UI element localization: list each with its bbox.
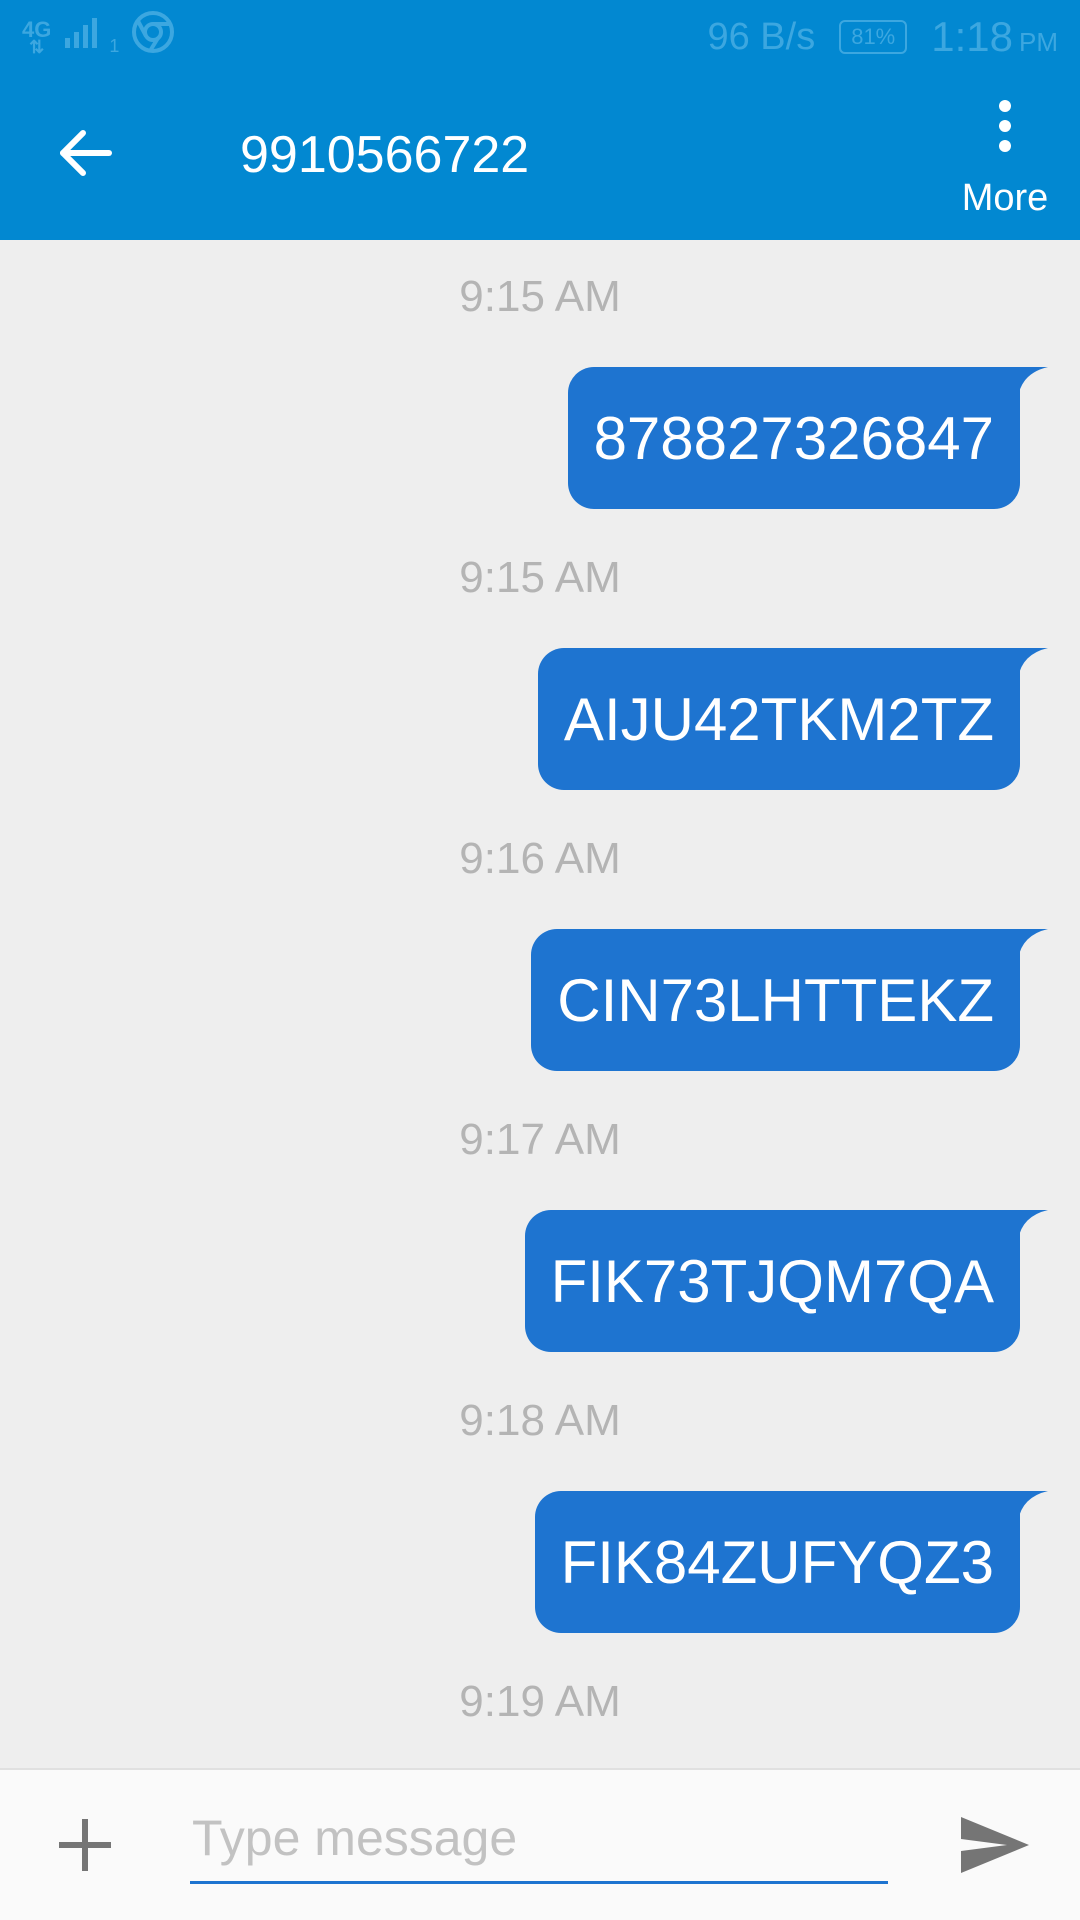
conversation-title: 9910566722 — [240, 126, 530, 184]
timestamp: 9:16 AM — [459, 834, 621, 883]
data-arrows-icon: ⇅ — [29, 37, 45, 57]
back-button[interactable] — [40, 115, 130, 195]
bubble-tail-icon — [1018, 367, 1048, 397]
clock: 1:18 PM — [931, 13, 1058, 61]
more-vert-icon — [997, 100, 1013, 157]
message-text: AIJU42TKM2TZ — [563, 685, 994, 753]
more-label: More — [961, 177, 1049, 219]
message-input[interactable] — [190, 1794, 888, 1884]
network-type-indicator: 4G ⇅ — [22, 19, 51, 57]
bubble-tail-icon — [1018, 929, 1048, 959]
message-text: FIK73TJQM7QA — [550, 1247, 994, 1315]
send-button[interactable] — [950, 1802, 1040, 1892]
back-arrow-icon — [57, 128, 113, 183]
timestamp: 9:15 AM — [459, 553, 621, 602]
chrome-icon — [131, 10, 175, 64]
status-bar: 4G ⇅ 1 96 B/s 81% 1:18 PM — [0, 0, 1080, 75]
clock-time: 1:18 — [931, 13, 1013, 60]
message-thread[interactable]: 9:15 AM 878827326847 9:15 AM AIJU42TKM2T… — [0, 240, 1080, 1768]
bubble-tail-icon — [1018, 1491, 1048, 1521]
timestamp: 9:17 AM — [459, 1115, 621, 1164]
bubble-tail-icon — [1018, 1210, 1048, 1240]
message-bubble[interactable]: FIK84ZUFYQZ3 — [534, 1491, 1048, 1633]
clock-ampm: PM — [1019, 27, 1058, 57]
message-text: FIK84ZUFYQZ3 — [560, 1528, 994, 1596]
battery-level: 81% — [851, 24, 896, 49]
message-bubble[interactable]: FIK73TJQM7QA — [524, 1210, 1048, 1352]
status-right: 96 B/s 81% 1:18 PM — [707, 13, 1058, 61]
message-bubble[interactable]: 878827326847 — [567, 367, 1048, 509]
signal-icon — [63, 14, 107, 60]
net-speed: 96 B/s — [707, 15, 816, 58]
message-text: 878827326847 — [593, 404, 994, 472]
add-attachment-button[interactable] — [40, 1802, 130, 1892]
timestamp: 9:18 AM — [459, 1396, 621, 1445]
message-bubble[interactable]: AIJU42TKM2TZ — [537, 648, 1048, 790]
add-icon — [55, 1815, 115, 1880]
send-icon — [959, 1815, 1031, 1880]
status-left: 4G ⇅ 1 — [22, 11, 175, 60]
message-composer — [0, 1768, 1080, 1920]
sim-slot-label: 1 — [109, 35, 120, 56]
battery-icon: 81% — [839, 20, 908, 54]
timestamp: 9:19 AM — [459, 1677, 621, 1726]
app-bar: 9910566722 More — [0, 75, 1080, 240]
more-button[interactable]: More — [950, 100, 1060, 230]
message-bubble[interactable]: CIN73LHTTEKZ — [531, 929, 1048, 1071]
bubble-tail-icon — [1018, 648, 1048, 678]
timestamp: 9:15 AM — [459, 272, 621, 321]
message-text: CIN73LHTTEKZ — [557, 966, 994, 1034]
